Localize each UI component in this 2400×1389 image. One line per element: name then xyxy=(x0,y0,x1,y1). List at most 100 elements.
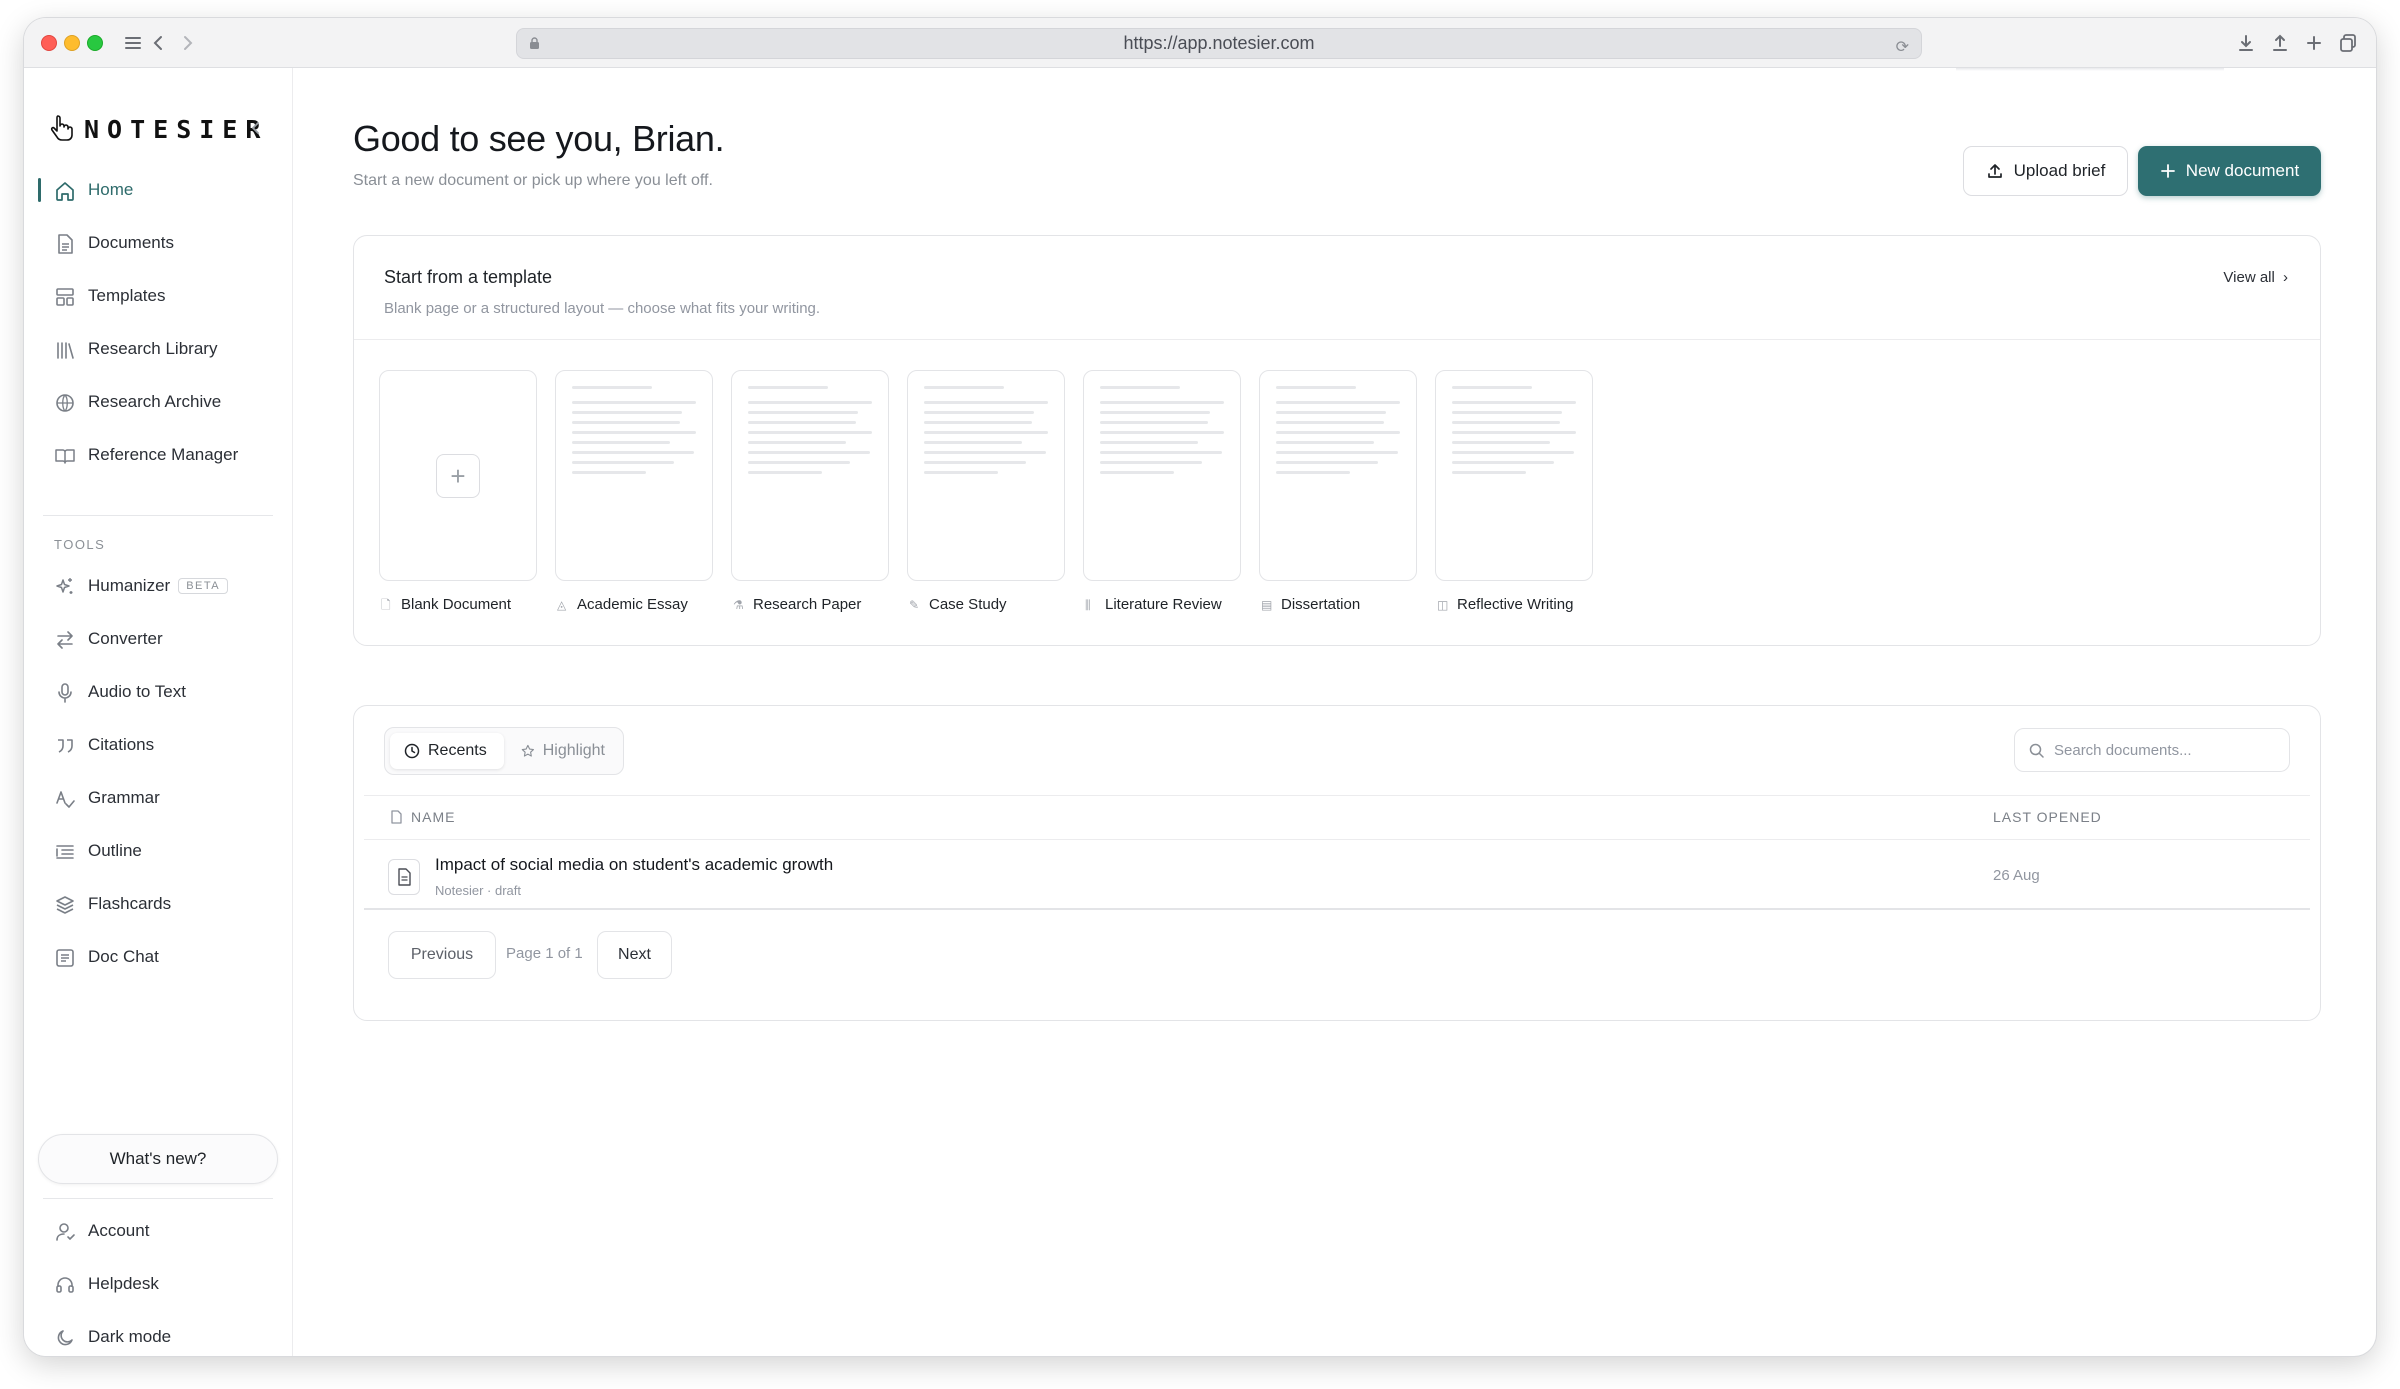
close-window-button[interactable] xyxy=(41,35,57,51)
logo-text: NOTESIER xyxy=(84,114,269,144)
sidebar-item-reference-manager[interactable]: Reference Manager xyxy=(38,433,278,477)
sidebar-item-flashcards[interactable]: Flashcards xyxy=(38,882,278,926)
table-row[interactable]: Impact of social media on student's acad… xyxy=(364,840,2310,910)
layers-icon xyxy=(56,896,74,914)
template-tile-case-study[interactable] xyxy=(907,370,1065,581)
sidebar-item-label: Humanizer BETA xyxy=(88,576,229,596)
sidebar-item-label: Doc Chat xyxy=(88,947,159,966)
document-meta: Notesier · draft xyxy=(435,883,521,898)
column-header-last-opened[interactable]: LAST OPENED xyxy=(1993,809,2102,825)
sidebar-item-label: Flashcards xyxy=(88,894,172,913)
new-tab-icon[interactable] xyxy=(2302,31,2326,55)
sidebar-item-outline[interactable]: Outline xyxy=(38,829,278,873)
logo[interactable]: NOTESIER xyxy=(48,114,268,144)
scroll-icon: ▤ xyxy=(1261,597,1273,612)
template-name: Research Paper xyxy=(753,596,862,613)
templates-card: Start from a template Blank page or a st… xyxy=(353,235,2321,646)
sidebar-item-humanizer[interactable]: Humanizer BETA xyxy=(38,564,278,608)
clock-icon xyxy=(404,743,420,759)
sidebar-item-label: Templates xyxy=(88,286,166,305)
browser-window: https://app.notesier.com ⟳ NOTESIER Home xyxy=(24,18,2376,1356)
sidebar-item-doc-chat[interactable]: Doc Chat xyxy=(38,935,278,979)
template-label[interactable]: ⚗ Research Paper xyxy=(733,596,861,613)
column-header-name[interactable]: NAME xyxy=(390,809,455,825)
sidebar-item-documents[interactable]: Documents xyxy=(38,221,278,265)
whats-new-button[interactable]: What's new? xyxy=(38,1134,278,1184)
sidebar-divider xyxy=(43,515,273,516)
search-placeholder: Search documents... xyxy=(2054,741,2192,759)
download-icon[interactable] xyxy=(2234,31,2258,55)
user-icon xyxy=(56,1223,75,1241)
forward-icon[interactable] xyxy=(175,31,199,55)
file-icon: 🗋 xyxy=(381,597,391,612)
sidebar-item-grammar[interactable]: Grammar xyxy=(38,776,278,820)
pointer-hand-icon xyxy=(50,115,73,141)
sidebar-item-label: Converter xyxy=(88,629,163,648)
file-icon xyxy=(391,810,402,824)
template-label[interactable]: ◫ Reflective Writing xyxy=(1437,596,1573,613)
sidebar-item-templates[interactable]: Templates xyxy=(38,274,278,318)
tab-overview-icon[interactable] xyxy=(2336,31,2360,55)
beta-badge: BETA xyxy=(178,578,229,594)
sidebar-item-label: Home xyxy=(88,180,134,199)
sidebar-item-research-library[interactable]: Research Library xyxy=(38,327,278,371)
template-tile-blank-document[interactable]: + xyxy=(379,370,537,581)
sidebar-item-audio-to-text[interactable]: Audio to Text xyxy=(38,670,278,714)
next-page-button[interactable]: Next xyxy=(597,931,672,979)
documents-card: Recents Highlight Search documents... NA… xyxy=(353,705,2321,1021)
chat-icon xyxy=(56,949,74,967)
template-tile-literature-review[interactable] xyxy=(1083,370,1241,581)
sidebar-item-label: Research Library xyxy=(88,339,218,358)
sidebar-item-label: Documents xyxy=(88,233,174,252)
template-tile-academic-essay[interactable] xyxy=(555,370,713,581)
template-label[interactable]: ▤ Dissertation xyxy=(1261,596,1360,613)
previous-page-button[interactable]: Previous xyxy=(388,931,496,979)
template-tile-research-paper[interactable] xyxy=(731,370,889,581)
template-label[interactable]: ⫼ Literature Review xyxy=(1085,596,1222,613)
template-label[interactable]: ✎ Case Study xyxy=(909,596,1007,613)
sidebar-item-home[interactable]: Home xyxy=(38,168,278,212)
document-icon xyxy=(58,234,73,254)
sidebar-item-account[interactable]: Account xyxy=(38,1209,278,1253)
sidebar-toggle-icon[interactable] xyxy=(121,31,145,55)
view-all-link[interactable]: View all › xyxy=(2223,269,2288,286)
sidebar-item-label: Audio to Text xyxy=(88,682,186,701)
back-icon[interactable] xyxy=(147,31,171,55)
sidebar-item-research-archive[interactable]: Research Archive xyxy=(38,380,278,424)
humanizer-label: Humanizer xyxy=(88,576,171,595)
share-icon[interactable] xyxy=(2268,31,2292,55)
sidebar-item-converter[interactable]: Converter xyxy=(38,617,278,661)
document-tabs: Recents Highlight xyxy=(384,727,624,775)
sidebar-item-citations[interactable]: Citations xyxy=(38,723,278,767)
tab-label: Highlight xyxy=(542,742,605,759)
document-title[interactable]: Impact of social media on student's acad… xyxy=(435,855,833,875)
sidebar-item-helpdesk[interactable]: Helpdesk xyxy=(38,1262,278,1306)
sidebar-item-label: Reference Manager xyxy=(88,445,239,464)
tab-label: Recents xyxy=(428,742,487,759)
template-label[interactable]: ◬ Academic Essay xyxy=(557,596,688,613)
upload-brief-label: Upload brief xyxy=(2013,161,2106,180)
templates-icon xyxy=(56,288,74,306)
upload-brief-button[interactable]: Upload brief xyxy=(1963,146,2128,196)
template-label[interactable]: 🗋 Blank Document xyxy=(381,596,511,613)
sidebar-item-dark-mode[interactable]: Dark mode xyxy=(38,1315,278,1356)
edit-icon: ✎ xyxy=(909,597,920,612)
template-tile-dissertation[interactable] xyxy=(1259,370,1417,581)
chevron-right-icon: › xyxy=(2283,269,2288,286)
maximize-window-button[interactable] xyxy=(87,35,103,51)
document-icon xyxy=(388,859,420,895)
tab-recents[interactable]: Recents xyxy=(390,733,504,769)
search-documents-input[interactable]: Search documents... xyxy=(2014,728,2290,772)
tab-highlight[interactable]: Highlight xyxy=(507,733,619,769)
tools-section-label: TOOLS xyxy=(54,537,106,552)
new-document-button[interactable]: New document xyxy=(2138,146,2321,196)
reload-icon[interactable]: ⟳ xyxy=(1896,33,1909,62)
minimize-window-button[interactable] xyxy=(64,35,80,51)
address-bar[interactable]: https://app.notesier.com ⟳ xyxy=(516,28,1922,59)
arrows-swap-icon xyxy=(57,631,73,649)
template-tile-reflective-writing[interactable] xyxy=(1435,370,1593,581)
library-icon xyxy=(57,342,74,359)
collapse-sidebar-icon[interactable] xyxy=(248,120,264,136)
view-all-label: View all xyxy=(2223,269,2275,286)
sidebar-item-label: Research Archive xyxy=(88,392,222,411)
